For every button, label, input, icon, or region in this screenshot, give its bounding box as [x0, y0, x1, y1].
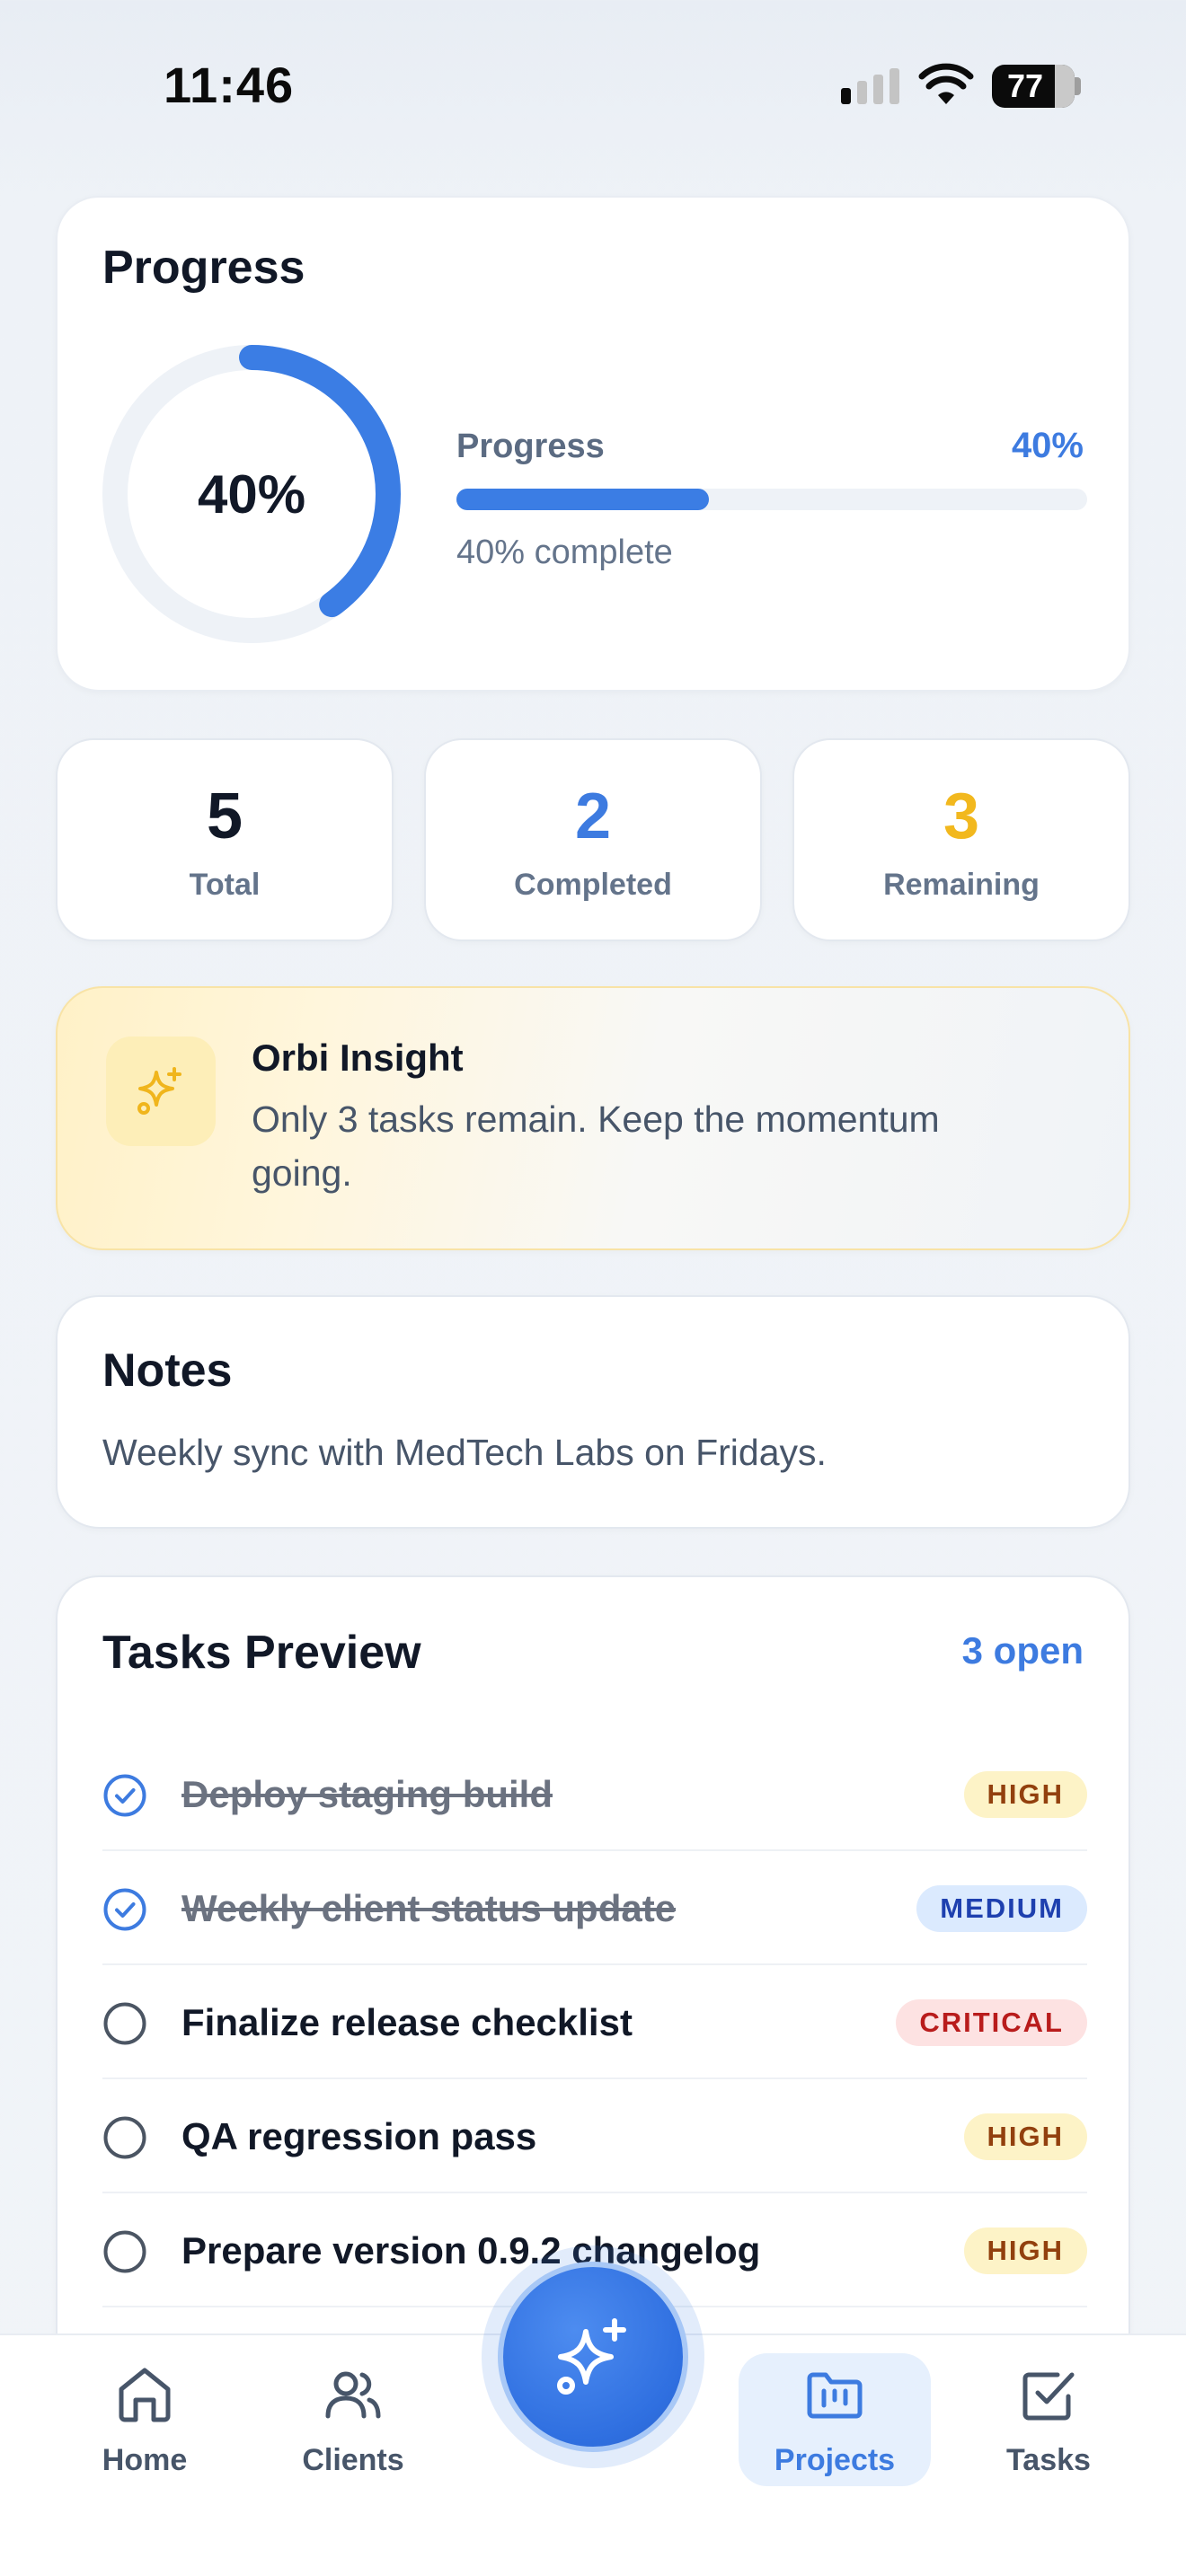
ai-assistant-button[interactable]: [498, 2262, 688, 2452]
task-row[interactable]: Finalize release checklist CRITICAL: [102, 1965, 1087, 2079]
task-title: QA regression pass: [181, 2115, 537, 2157]
task-title: Finalize release checklist: [181, 2001, 633, 2043]
task-row[interactable]: Weekly client status update MEDIUM: [102, 1851, 1087, 1965]
progress-card-title: Progress: [102, 242, 305, 294]
stat-label: Remaining: [883, 868, 1040, 902]
insight-text: Only 3 tasks remain. Keep the momentum g…: [252, 1098, 940, 1194]
notes-card[interactable]: Notes Weekly sync with MedTech Labs on F…: [56, 1295, 1130, 1529]
priority-badge: HIGH: [963, 2113, 1087, 2160]
stat-value: 3: [943, 781, 980, 852]
priority-badge: HIGH: [963, 1771, 1087, 1818]
home-icon: [119, 2368, 171, 2422]
tasks-open-count[interactable]: 3 open: [962, 1629, 1084, 1672]
stat-card-completed: 2 Completed: [424, 738, 762, 941]
check-circle-icon[interactable]: [102, 1773, 147, 1818]
task-title: Deploy staging build: [181, 1773, 553, 1815]
nav-label: Home: [102, 2443, 188, 2477]
nav-label: Clients: [302, 2443, 404, 2477]
battery-tip: [1075, 77, 1081, 95]
task-row[interactable]: Deploy staging build HIGH: [102, 1737, 1087, 1851]
nav-label: Tasks: [1006, 2443, 1091, 2477]
stat-card-total: 5 Total: [56, 738, 394, 941]
battery-level: 77: [1006, 67, 1044, 104]
task-title: Weekly client status update: [181, 1887, 677, 1929]
notes-text: Weekly sync with MedTech Labs on Fridays…: [102, 1432, 827, 1473]
progress-bar-subtitle: 40% complete: [456, 534, 673, 571]
priority-badge: MEDIUM: [916, 1885, 1087, 1932]
stat-label: Total: [189, 868, 261, 902]
nav-home[interactable]: Home: [92, 2335, 198, 2497]
empty-circle-icon[interactable]: [102, 2001, 147, 2046]
progress-bar-track: [456, 489, 1087, 510]
priority-badge: CRITICAL: [896, 1999, 1087, 2046]
status-bar: 11:46 77: [0, 0, 1186, 162]
cellular-signal-icon: [841, 68, 899, 104]
nav-tasks[interactable]: Tasks: [997, 2335, 1100, 2497]
stat-value: 2: [574, 781, 612, 852]
empty-circle-icon[interactable]: [102, 2115, 147, 2160]
progress-bar-fill: [456, 489, 709, 510]
task-row[interactable]: QA regression pass HIGH: [102, 2079, 1087, 2193]
nav-clients[interactable]: Clients: [293, 2335, 413, 2497]
orbi-insight-card[interactable]: Orbi Insight Only 3 tasks remain. Keep t…: [56, 986, 1130, 1250]
stat-label: Completed: [514, 868, 672, 902]
check-circle-icon[interactable]: [102, 1887, 147, 1932]
insight-title: Orbi Insight: [252, 1037, 464, 1079]
tasks-preview-title: Tasks Preview: [102, 1627, 421, 1679]
stat-value: 5: [206, 781, 243, 852]
status-time: 11:46: [164, 57, 295, 113]
users-icon: [325, 2371, 381, 2419]
notes-title: Notes: [102, 1345, 233, 1397]
wifi-icon: [918, 63, 974, 104]
checkbox-icon: [1022, 2372, 1075, 2421]
battery-icon: 77: [992, 65, 1075, 108]
nav-projects[interactable]: Projects: [739, 2335, 931, 2497]
task-title: Prepare version 0.9.2 changelog: [181, 2229, 761, 2272]
progress-bar-value: 40%: [1011, 426, 1084, 465]
progress-ring-label: 40%: [197, 463, 306, 525]
progress-bar-label: Progress: [456, 428, 605, 465]
nav-label: Projects: [774, 2443, 896, 2477]
empty-circle-icon[interactable]: [102, 2229, 147, 2274]
sparkles-icon: [106, 1037, 216, 1146]
priority-badge: HIGH: [963, 2228, 1087, 2274]
stat-card-remaining: 3 Remaining: [792, 738, 1130, 941]
progress-card: Progress 40% Progress 40% 40% complete: [56, 196, 1130, 692]
sparkles-icon: [557, 2318, 626, 2395]
folder-kanban-icon: [807, 2372, 863, 2419]
